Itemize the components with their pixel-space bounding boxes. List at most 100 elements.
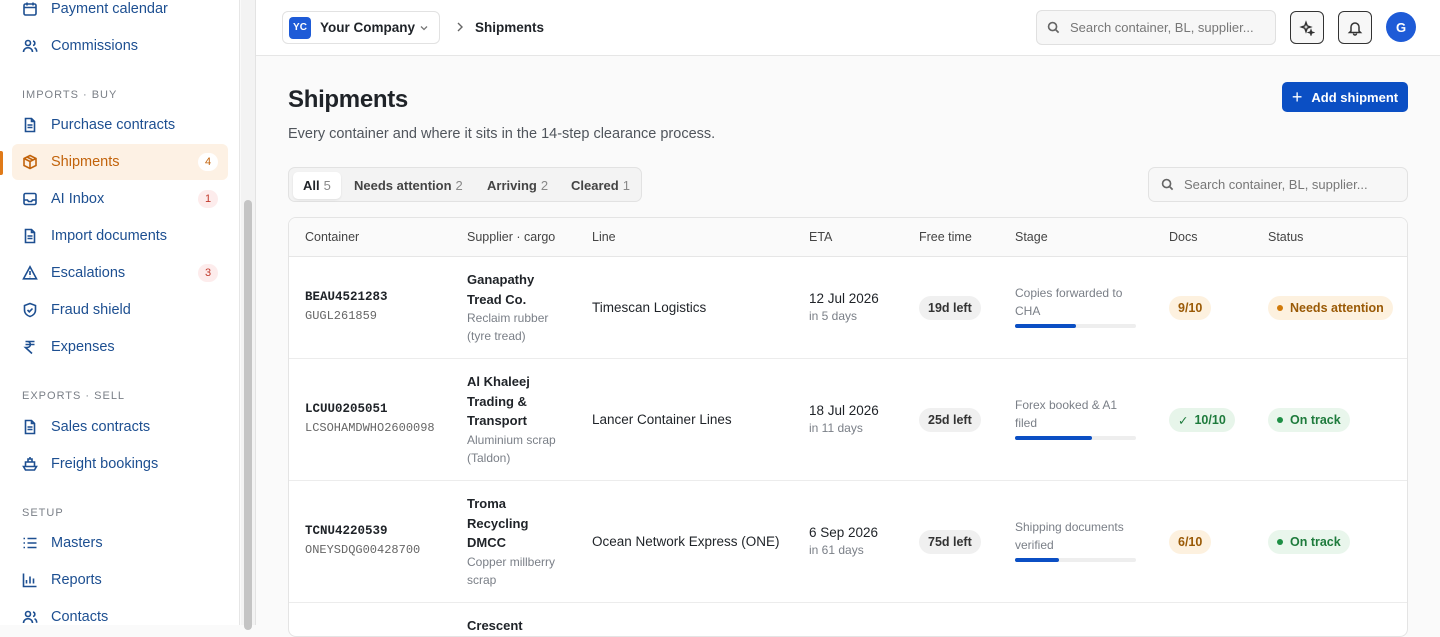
search-placeholder: Search container, BL, supplier... xyxy=(1070,20,1254,35)
tab-all[interactable]: All 5 xyxy=(293,172,341,199)
tab-needs-attention[interactable]: Needs attention 2 xyxy=(344,172,473,199)
sidebar-item-payment-calendar[interactable]: Payment calendar xyxy=(12,0,228,27)
rupee-icon xyxy=(22,339,38,355)
container-id: LCUU0205051 xyxy=(305,402,388,416)
column-header[interactable]: Docs xyxy=(1169,230,1197,244)
sidebar-item-expenses[interactable]: Expenses xyxy=(12,329,228,365)
line-name: Timescan Logistics xyxy=(592,300,707,315)
column-header[interactable]: Line xyxy=(592,230,616,244)
eta-cell: 18 Jul 2026 in 11 days xyxy=(809,403,879,435)
sidebar-item-label: Escalations xyxy=(51,265,126,281)
add-shipment-button[interactable]: + Add shipment xyxy=(1282,82,1408,112)
table-row[interactable]: TCNU4220539 ONEYSDQG00428700 Troma Recyc… xyxy=(289,481,1407,603)
sparkle-icon xyxy=(1299,19,1315,36)
docs-badge: ✓ 10/10 xyxy=(1169,408,1235,432)
tab-label: Needs attention xyxy=(354,178,452,193)
column-header[interactable]: Free time xyxy=(919,230,972,244)
plus-icon: + xyxy=(1291,87,1303,107)
sidebar: Payment calendar Commissions IMPORTS · B… xyxy=(0,0,240,625)
topbar: YC Your Company Shipments Search contain… xyxy=(256,0,1440,56)
bell-icon xyxy=(1347,21,1363,36)
chevron-down-icon xyxy=(420,26,428,31)
docs-badge: 9/10 xyxy=(1169,296,1212,320)
column-header[interactable]: ETA xyxy=(809,230,832,244)
table-row[interactable]: Crescent xyxy=(289,603,1407,636)
global-search-input[interactable]: Search container, BL, supplier... xyxy=(1036,10,1276,45)
tab-label: Cleared xyxy=(571,178,619,193)
tab-count: 1 xyxy=(622,178,630,193)
sidebar-item-commissions[interactable]: Commissions xyxy=(12,28,228,64)
table-row[interactable]: BEAU4521283 GUGL261859 Ganapathy Tread C… xyxy=(289,257,1407,359)
sidebar-item-contacts[interactable]: Contacts xyxy=(12,599,228,625)
sidebar-badge: 4 xyxy=(198,153,218,171)
eta-date: 12 Jul 2026 xyxy=(809,291,879,306)
eta-relative: in 61 days xyxy=(809,543,864,557)
supplier-name: Troma Recycling DMCC xyxy=(467,496,529,550)
document-icon xyxy=(22,228,38,244)
sidebar-item-shipments[interactable]: Shipments 4 xyxy=(12,144,228,180)
sidebar-item-purchase-contracts[interactable]: Purchase contracts xyxy=(12,107,228,143)
sidebar-item-freight-bookings[interactable]: Freight bookings xyxy=(12,446,228,482)
calendar-icon xyxy=(22,1,38,17)
table-header: Container Supplier · cargo Line ETA Free… xyxy=(289,218,1407,257)
sidebar-item-masters[interactable]: Masters xyxy=(12,525,228,561)
supplier-name: Al Khaleej Trading & Transport xyxy=(467,374,530,428)
status-cell: Needs attention xyxy=(1268,296,1393,320)
cargo: Aluminium scrap (Taldon) xyxy=(467,432,556,465)
free-time-badge: 75d left xyxy=(919,530,981,554)
status-cell: On track xyxy=(1268,530,1350,554)
tab-label: All xyxy=(303,178,320,193)
list-icon xyxy=(22,535,38,551)
table-row[interactable]: LCUU0205051 LCSOHAMDWHO2600098 Al Khalee… xyxy=(289,359,1407,481)
tab-arriving[interactable]: Arriving 2 xyxy=(477,172,558,199)
company-name: Your Company xyxy=(320,20,416,35)
notifications-button[interactable] xyxy=(1338,11,1372,44)
user-avatar[interactable]: G xyxy=(1386,12,1416,42)
scrollbar-thumb[interactable] xyxy=(244,200,252,630)
column-header[interactable]: Container xyxy=(305,230,359,244)
ship-icon xyxy=(22,456,38,472)
supplier-cell: Troma Recycling DMCC Copper millberry sc… xyxy=(467,494,567,589)
sidebar-item-ai-inbox[interactable]: AI Inbox 1 xyxy=(12,181,228,217)
tab-cleared[interactable]: Cleared 1 xyxy=(561,172,640,199)
table-search-input[interactable]: Search container, BL, supplier... xyxy=(1148,167,1408,202)
status-dot xyxy=(1277,417,1283,423)
sidebar-item-label: Fraud shield xyxy=(51,302,131,318)
sidebar-item-fraud-shield[interactable]: Fraud shield xyxy=(12,292,228,328)
tab-count: 5 xyxy=(323,178,331,193)
docs-cell: 9/10 xyxy=(1169,296,1212,320)
bl-number: LCSOHAMDWHO2600098 xyxy=(305,421,435,435)
stage-progress-fill xyxy=(1015,324,1076,328)
sidebar-item-escalations[interactable]: Escalations 3 xyxy=(12,255,228,291)
sidebar-item-import-documents[interactable]: Import documents xyxy=(12,218,228,254)
company-logo: YC xyxy=(289,16,311,39)
warning-icon xyxy=(22,265,38,281)
supplier-cell: Crescent xyxy=(467,616,567,636)
document-icon xyxy=(22,117,38,133)
column-header[interactable]: Stage xyxy=(1015,230,1048,244)
sidebar-item-reports[interactable]: Reports xyxy=(12,562,228,598)
column-header[interactable]: Status xyxy=(1268,230,1303,244)
container-id: BEAU4521283 xyxy=(305,290,388,304)
tab-label: Arriving xyxy=(487,178,537,193)
sidebar-item-sales-contracts[interactable]: Sales contracts xyxy=(12,409,228,445)
document-icon xyxy=(22,419,38,435)
sidebar-scrollbar[interactable] xyxy=(241,0,256,630)
sidebar-item-label: Freight bookings xyxy=(51,456,159,472)
column-header[interactable]: Supplier · cargo xyxy=(467,230,555,244)
section-label-imports: IMPORTS · BUY xyxy=(22,89,118,101)
company-switcher[interactable]: YC Your Company xyxy=(282,11,440,44)
stage-progress-bar xyxy=(1015,558,1136,562)
tab-count: 2 xyxy=(540,178,549,193)
stage-progress-bar xyxy=(1015,324,1136,328)
docs-badge: 6/10 xyxy=(1169,530,1212,554)
ai-assist-button[interactable] xyxy=(1290,11,1324,44)
status-dot xyxy=(1277,305,1283,311)
sidebar-item-label: Shipments xyxy=(51,154,120,170)
free-time-badge: 19d left xyxy=(919,296,981,320)
stage-cell: Forex booked & A1 filed xyxy=(1015,396,1140,440)
container-cell: LCUU0205051 LCSOHAMDWHO2600098 xyxy=(305,402,435,435)
status-label: On track xyxy=(1290,535,1341,549)
add-shipment-label: Add shipment xyxy=(1311,89,1399,105)
check-icon: ✓ xyxy=(1178,413,1189,428)
